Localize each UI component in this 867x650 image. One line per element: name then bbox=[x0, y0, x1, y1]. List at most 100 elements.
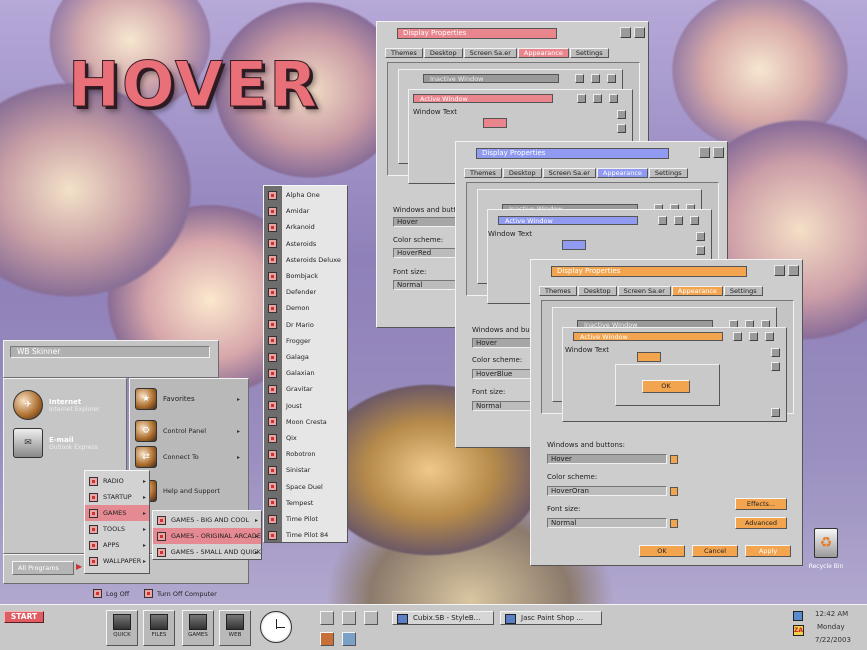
games-big-and-cool[interactable]: GAMES - BIG AND COOL ▸ bbox=[153, 512, 261, 528]
arcade-game-item[interactable]: Moon Cresta bbox=[264, 414, 327, 430]
tab-screensaver[interactable]: Screen Sa.er bbox=[617, 286, 671, 296]
windows-buttons-select[interactable]: Hover bbox=[547, 454, 667, 464]
dropdown-arrow-icon[interactable] bbox=[670, 487, 678, 496]
font-size-select[interactable]: Normal bbox=[393, 280, 456, 290]
tab-themes[interactable]: Themes bbox=[385, 48, 423, 58]
submenu-radio[interactable]: RADIO ▸ bbox=[85, 473, 149, 489]
minimize-button[interactable] bbox=[620, 27, 631, 38]
submenu-games[interactable]: GAMES ▸ bbox=[85, 505, 149, 521]
arcade-game-item[interactable]: Galaxian bbox=[264, 365, 315, 381]
arcade-game-item[interactable]: Time Pilot bbox=[264, 511, 318, 527]
arcade-game-item[interactable]: Tempest bbox=[264, 495, 313, 511]
arcade-game-item[interactable]: Asteroids bbox=[264, 236, 316, 252]
tray-media-icon[interactable] bbox=[320, 632, 334, 646]
submenu-startup[interactable]: STARTUP ▸ bbox=[85, 489, 149, 505]
preview-ok-button: OK bbox=[642, 380, 690, 393]
window-titlebar[interactable]: Display Properties bbox=[551, 266, 747, 277]
preview-scroll-down bbox=[771, 362, 780, 371]
task-cubix-styleb[interactable]: Cubix.SB - StyleB... bbox=[392, 611, 494, 625]
color-scheme-select[interactable]: HoverBlue bbox=[472, 369, 535, 379]
tab-appearance[interactable]: Appearance bbox=[596, 168, 648, 178]
tab-screensaver[interactable]: Screen Sa.er bbox=[463, 48, 517, 58]
menu-control-panel[interactable]: ⚙ Control Panel ▸ bbox=[135, 420, 243, 442]
tab-desktop[interactable]: Desktop bbox=[502, 168, 542, 178]
task-paint-shop[interactable]: Jasc Paint Shop ... bbox=[500, 611, 602, 625]
pinned-email[interactable]: ✉ E-mail Outlook Express bbox=[13, 428, 98, 458]
quick-launch-quick[interactable]: QUICK bbox=[106, 610, 138, 646]
submenu-wallpaper[interactable]: WALLPAPER ▸ bbox=[85, 553, 149, 569]
arcade-game-item[interactable]: Joust bbox=[264, 398, 302, 414]
effects-button[interactable]: Effects... bbox=[735, 498, 787, 510]
arcade-game-item[interactable]: Robotron bbox=[264, 446, 315, 462]
apply-button[interactable]: Apply bbox=[745, 545, 791, 557]
arcade-game-item[interactable]: Galaga bbox=[264, 349, 309, 365]
submenu-apps[interactable]: APPS ▸ bbox=[85, 537, 149, 553]
display-properties-window-orange[interactable]: Display Properties Themes Desktop Screen… bbox=[530, 259, 803, 566]
tab-appearance[interactable]: Appearance bbox=[517, 48, 569, 58]
tab-settings[interactable]: Settings bbox=[569, 48, 609, 58]
turn-off-button[interactable]: Turn Off Computer bbox=[144, 589, 217, 598]
games-small-and-quick[interactable]: GAMES - SMALL AND QUICK ▸ bbox=[153, 544, 261, 560]
arcade-game-item[interactable]: Demon bbox=[264, 300, 309, 316]
tab-settings[interactable]: Settings bbox=[723, 286, 763, 296]
arcade-game-item[interactable]: Asteroids Deluxe bbox=[264, 252, 341, 268]
arcade-game-item[interactable]: Defender bbox=[264, 284, 316, 300]
start-button[interactable]: START bbox=[4, 611, 44, 623]
menu-connect-to[interactable]: ⇄ Connect To ▸ bbox=[135, 446, 243, 468]
menu-help[interactable]: ? Help and Support bbox=[135, 480, 243, 502]
menu-favorites[interactable]: ★ Favorites ▸ bbox=[135, 388, 243, 410]
arcade-game-item[interactable]: Bombjack bbox=[264, 268, 318, 284]
arcade-game-item[interactable]: Alpha One bbox=[264, 187, 320, 203]
close-button[interactable] bbox=[788, 265, 799, 276]
tray-network-icon[interactable] bbox=[793, 611, 803, 621]
tray-folder-icon-2[interactable] bbox=[342, 611, 356, 625]
arcade-game-item[interactable]: Amidar bbox=[264, 203, 309, 219]
games-original-arcade[interactable]: GAMES - ORIGINAL ARCADE ▸ bbox=[153, 528, 261, 544]
windows-buttons-select[interactable]: Hover bbox=[393, 217, 456, 227]
submenu-tools[interactable]: TOOLS ▸ bbox=[85, 521, 149, 537]
pinned-internet[interactable]: ✈ Internet Internet Explorer bbox=[13, 390, 100, 420]
tab-themes[interactable]: Themes bbox=[539, 286, 577, 296]
font-size-select[interactable]: Normal bbox=[472, 401, 535, 411]
tab-desktop[interactable]: Desktop bbox=[423, 48, 463, 58]
dropdown-arrow-icon[interactable] bbox=[670, 455, 678, 464]
ok-button[interactable]: OK bbox=[639, 545, 685, 557]
color-scheme-select[interactable]: HoverRed bbox=[393, 248, 456, 258]
arcade-game-item[interactable]: Qix bbox=[264, 430, 297, 446]
cancel-button[interactable]: Cancel bbox=[692, 545, 738, 557]
tray-language-icon[interactable]: ZA bbox=[793, 625, 804, 636]
window-titlebar[interactable]: Display Properties bbox=[476, 148, 669, 159]
arcade-game-item[interactable]: Time Pilot 84 bbox=[264, 527, 328, 543]
arcade-game-item[interactable]: Frogger bbox=[264, 333, 311, 349]
quick-launch-web[interactable]: WEB bbox=[219, 610, 251, 646]
quick-launch-files[interactable]: FILES bbox=[143, 610, 175, 646]
arcade-game-item[interactable]: Gravitar bbox=[264, 381, 313, 397]
arcade-game-item[interactable]: Space Duel bbox=[264, 479, 323, 495]
tab-themes[interactable]: Themes bbox=[464, 168, 502, 178]
color-scheme-select[interactable]: HoverOran bbox=[547, 486, 667, 496]
preview-close-icon bbox=[607, 74, 616, 83]
all-programs-button[interactable]: All Programs bbox=[12, 561, 74, 575]
log-off-button[interactable]: Log Off bbox=[93, 589, 129, 598]
tab-settings[interactable]: Settings bbox=[648, 168, 688, 178]
quick-launch-games[interactable]: GAMES bbox=[182, 610, 214, 646]
tray-folder-icon-3[interactable] bbox=[364, 611, 378, 625]
clock-icon[interactable] bbox=[260, 611, 292, 643]
tab-desktop[interactable]: Desktop bbox=[577, 286, 617, 296]
arcade-game-item[interactable]: Dr Mario bbox=[264, 317, 314, 333]
windows-buttons-select[interactable]: Hover bbox=[472, 338, 535, 348]
arcade-game-item[interactable]: Arkanoid bbox=[264, 219, 315, 235]
tray-folder-icon[interactable] bbox=[320, 611, 334, 625]
advanced-button[interactable]: Advanced bbox=[735, 517, 787, 529]
tray-settings-icon[interactable] bbox=[342, 632, 356, 646]
arcade-game-item[interactable]: Sinistar bbox=[264, 462, 310, 478]
dropdown-arrow-icon[interactable] bbox=[670, 519, 678, 528]
minimize-button[interactable] bbox=[774, 265, 785, 276]
window-titlebar[interactable]: Display Properties bbox=[397, 28, 557, 39]
minimize-button[interactable] bbox=[699, 147, 710, 158]
tab-appearance[interactable]: Appearance bbox=[671, 286, 723, 296]
close-button[interactable] bbox=[713, 147, 724, 158]
tab-screensaver[interactable]: Screen Sa.er bbox=[542, 168, 596, 178]
close-button[interactable] bbox=[634, 27, 645, 38]
font-size-select[interactable]: Normal bbox=[547, 518, 667, 528]
